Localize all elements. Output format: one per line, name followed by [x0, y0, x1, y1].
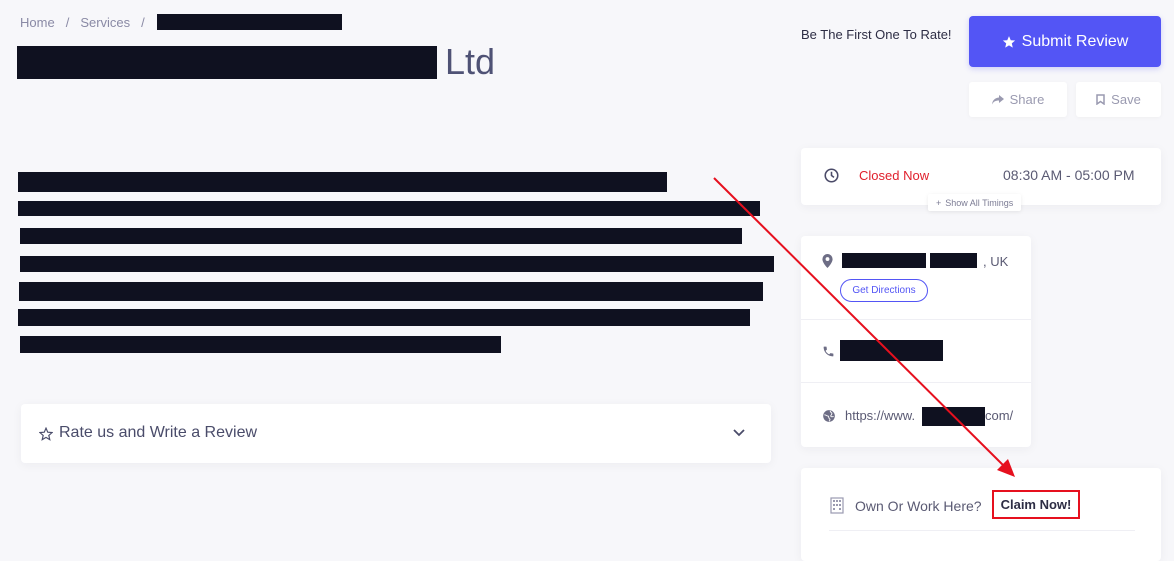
star-icon — [1002, 35, 1016, 49]
claim-card — [801, 468, 1161, 561]
phone-icon — [822, 345, 835, 358]
building-icon — [830, 497, 844, 514]
description-line-redacted — [18, 201, 760, 216]
description-line-redacted — [20, 256, 774, 272]
address-redacted — [842, 253, 926, 268]
description-line-redacted — [20, 228, 742, 244]
website-prefix: https://www. — [845, 408, 916, 423]
open-status: Closed Now — [859, 168, 930, 183]
description-line-redacted — [18, 309, 750, 326]
website-link[interactable]: https://www. com/ — [845, 408, 1013, 423]
opening-hours: 08:30 AM - 05:00 PM — [1003, 167, 1135, 183]
page-title-suffix: Ltd — [445, 41, 496, 82]
show-all-timings-label: Show All Timings — [945, 197, 1014, 208]
write-review-accordion[interactable]: Rate us and Write a Review — [21, 404, 771, 463]
address-suffix: , UK — [983, 254, 1009, 269]
star-outline-icon — [39, 427, 53, 441]
globe-icon — [822, 409, 836, 423]
description-line-redacted — [18, 172, 667, 192]
divider — [801, 319, 1031, 320]
breadcrumb-services[interactable]: Services — [80, 15, 130, 30]
website-suffix: com/ — [985, 408, 1014, 423]
get-directions-button[interactable]: Get Directions — [840, 279, 928, 302]
website-domain-redacted — [922, 407, 985, 426]
description-line-redacted — [20, 336, 501, 353]
description-line-redacted — [19, 282, 763, 301]
breadcrumb-current-redacted — [157, 14, 342, 30]
save-button[interactable]: Save — [1076, 82, 1161, 117]
address-redacted — [930, 253, 977, 268]
own-or-work-text: Own Or Work Here? — [855, 498, 982, 514]
submit-review-label: Submit Review — [1021, 32, 1129, 50]
first-rate-text: Be The First One To Rate! — [801, 27, 952, 42]
show-all-timings-button[interactable]: + Show All Timings — [928, 194, 1022, 211]
location-pin-icon — [822, 254, 833, 268]
submit-review-button[interactable]: Submit Review — [969, 16, 1161, 67]
breadcrumb-home[interactable]: Home — [20, 15, 55, 30]
write-review-label: Rate us and Write a Review — [59, 424, 258, 441]
share-label: Share — [1009, 92, 1045, 107]
breadcrumb-separator: / — [65, 14, 70, 30]
save-label: Save — [1111, 92, 1141, 107]
page-title-redacted — [17, 46, 437, 79]
breadcrumb: Home / Services / — [20, 13, 156, 31]
breadcrumb-separator: / — [141, 14, 145, 30]
plus-icon: + — [936, 197, 942, 208]
chevron-down-icon[interactable] — [733, 429, 745, 437]
phone-number-redacted[interactable] — [840, 340, 943, 361]
bookmark-icon — [1096, 94, 1105, 105]
divider — [801, 382, 1031, 383]
clock-icon — [824, 168, 839, 183]
share-button[interactable]: Share — [969, 82, 1067, 117]
claim-now-button[interactable]: Claim Now! — [992, 490, 1080, 519]
divider — [829, 530, 1135, 531]
share-icon — [991, 94, 1004, 105]
